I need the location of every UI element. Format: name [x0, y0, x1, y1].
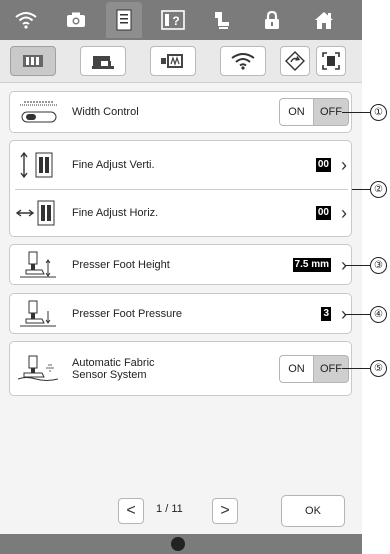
camera-tab[interactable] [62, 6, 90, 34]
presser-foot-pressure-icon [20, 300, 56, 326]
fine-adjust-horiz-value: 00 [315, 206, 331, 220]
home-tab-icon [315, 12, 333, 29]
auto-fabric-sensor-label: Automatic Fabric Sensor System [72, 356, 155, 381]
chevron-left-icon: < [126, 502, 136, 519]
fine-adjust-horiz-label: Fine Adjust Horiz. [72, 207, 159, 219]
help-tab-icon: ? [161, 10, 185, 30]
width-control-toggle: ON OFF [279, 98, 349, 126]
chevron-right-icon: › [341, 155, 347, 175]
ok-button[interactable]: OK [281, 495, 345, 527]
horizontal-adjust-icon [16, 200, 55, 226]
callout-line [342, 112, 370, 113]
tab-bar: ? [0, 0, 362, 40]
fine-adjust-verti-value: 00 [315, 158, 331, 172]
help-tab[interactable]: ? [159, 6, 187, 34]
lock-tab[interactable] [258, 6, 286, 34]
callout-2: ② [370, 181, 387, 198]
page-indicator: 1 / 11 [156, 503, 183, 515]
presser-foot-height-icon [20, 251, 56, 277]
screen-capture-icon [322, 52, 340, 70]
camera-tab-icon [67, 12, 85, 27]
presser-foot-height-label: Presser Foot Height [72, 258, 170, 271]
home-tab[interactable] [310, 6, 338, 34]
document-tab-icon [116, 9, 132, 31]
presser-foot-pressure-value: 3 [321, 306, 331, 321]
presser-foot-pressure-row[interactable]: Presser Foot Pressure 3 › [9, 293, 352, 334]
screen-capture-button[interactable] [316, 46, 346, 76]
wifi-icon [231, 53, 255, 70]
category-bar [0, 40, 362, 83]
svg-text:?: ? [172, 14, 179, 28]
width-control-label: Width Control [72, 106, 139, 118]
wireless-settings-button[interactable] [220, 46, 266, 76]
bottom-handle-icon[interactable] [171, 537, 185, 551]
callout-line [342, 368, 370, 369]
callout-line [352, 189, 370, 190]
width-control-on-button[interactable]: ON [279, 98, 314, 126]
next-page-button[interactable]: > [212, 498, 238, 524]
callout-1: ① [370, 104, 387, 121]
presser-foot-height-row[interactable]: Presser Foot Height 7.5 mm › [9, 244, 352, 285]
width-control-row: Width Control ON OFF [9, 91, 352, 133]
sewing-tab[interactable] [209, 6, 237, 34]
machine-settings-button[interactable] [80, 46, 126, 76]
presser-foot-pressure-label: Presser Foot Pressure [72, 307, 183, 320]
sewing-settings-icon [23, 55, 43, 67]
fine-adjust-verti-row[interactable]: Fine Adjust Verti. 00 › [10, 141, 351, 189]
fine-adjust-verti-label: Fine Adjust Verti. [72, 159, 155, 171]
auto-fabric-sensor-row: Automatic Fabric Sensor System ON OFF [9, 341, 352, 396]
fine-adjust-horiz-row[interactable]: Fine Adjust Horiz. 00 › [10, 190, 351, 236]
prev-page-button[interactable]: < [118, 498, 144, 524]
presser-foot-height-value: 7.5 mm [292, 257, 331, 272]
auto-fabric-sensor-toggle: ON OFF [279, 354, 349, 383]
page-separator: / [165, 503, 169, 515]
callout-line [345, 265, 370, 266]
auto-fabric-sensor-on-button[interactable]: ON [279, 354, 314, 383]
wifi-tab[interactable] [12, 6, 40, 34]
total-pages: 11 [171, 503, 183, 515]
sewing-settings-button[interactable] [10, 46, 56, 76]
callout-3: ③ [370, 257, 387, 274]
lock-tab-icon [265, 10, 279, 29]
embroidery-frame-icon [161, 54, 183, 68]
current-page: 1 [156, 503, 163, 515]
embroidery-settings-button[interactable] [150, 46, 196, 76]
callout-4: ④ [370, 306, 387, 323]
chevron-right-icon: > [220, 502, 230, 519]
fine-adjust-group: Fine Adjust Verti. 00 › Fine Adjust Hori… [9, 140, 352, 237]
sewing-tab-icon [215, 12, 229, 29]
reset-icon [285, 51, 305, 71]
vertical-adjust-icon [20, 151, 53, 179]
document-tab[interactable] [106, 2, 142, 38]
wifi-tab-icon [15, 12, 37, 29]
chevron-right-icon: › [341, 203, 347, 223]
callout-line [345, 314, 370, 315]
fabric-sensor-icon [17, 355, 59, 381]
machine-icon [92, 56, 114, 69]
settings-screen: ? Width Control ON OFF Fine Adjust Verti… [0, 0, 362, 554]
callout-5: ⑤ [370, 360, 387, 377]
width-control-icon [20, 101, 58, 123]
reset-settings-button[interactable] [280, 46, 310, 76]
